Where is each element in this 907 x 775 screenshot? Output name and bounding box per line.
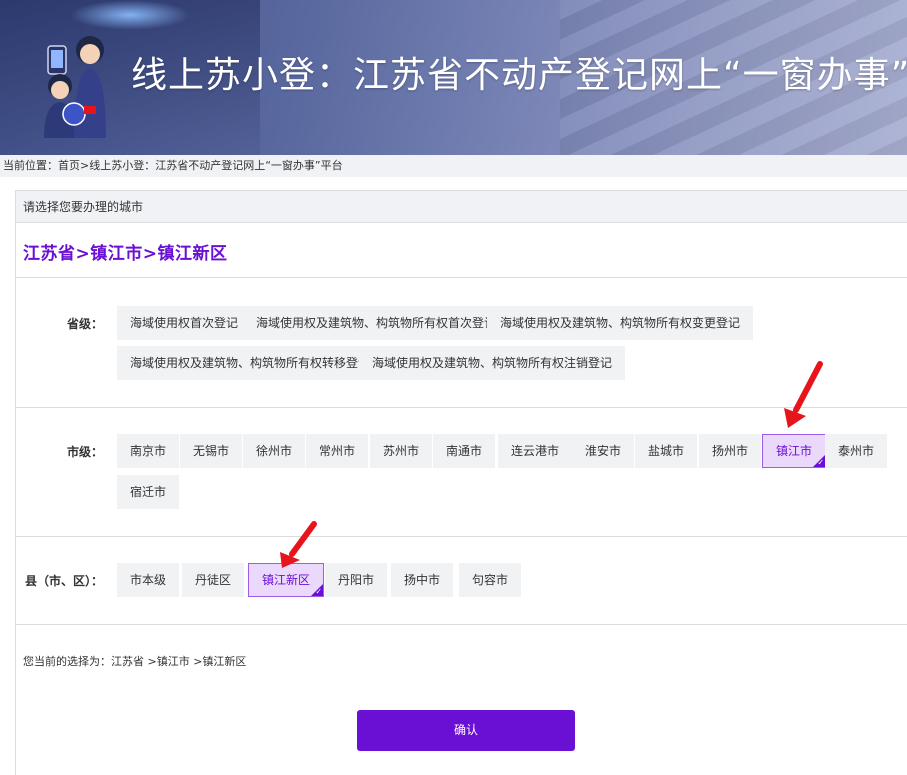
- province-option[interactable]: 海域使用权及建筑物、构筑物所有权注销登记: [359, 346, 626, 380]
- divider: [16, 407, 907, 408]
- city-option[interactable]: 苏州市: [370, 434, 433, 468]
- county-option[interactable]: 市本级: [117, 563, 180, 597]
- city-option-label: 镇江市: [776, 444, 813, 458]
- check-icon: ✓: [315, 587, 323, 596]
- province-label: 省级：: [66, 317, 103, 331]
- county-option[interactable]: 扬中市: [391, 563, 454, 597]
- panel-heading: 请选择您要办理的城市: [16, 191, 907, 223]
- city-option-selected[interactable]: 镇江市 ✓: [762, 434, 827, 468]
- city-option[interactable]: 泰州市: [825, 434, 888, 468]
- divider: [16, 536, 907, 537]
- city-option[interactable]: 淮安市: [572, 434, 635, 468]
- city-option[interactable]: 南京市: [117, 434, 180, 468]
- province-option[interactable]: 海域使用权及建筑物、构筑物所有权转移登记: [117, 346, 384, 380]
- city-option[interactable]: 无锡市: [180, 434, 243, 468]
- city-selection-panel: 请选择您要办理的城市 江苏省>镇江市>镇江新区 省级： 海域使用权首次登记 海域…: [15, 190, 907, 775]
- header-banner: 线上苏小登：江苏省不动产登记网上“一窗办事”平台: [0, 0, 907, 155]
- city-option[interactable]: 宿迁市: [117, 475, 180, 509]
- check-icon: ✓: [817, 458, 825, 467]
- red-arrow-icon: [280, 521, 317, 568]
- city-option[interactable]: 徐州市: [243, 434, 306, 468]
- city-option[interactable]: 连云港市: [498, 434, 573, 468]
- red-arrow-icon: [784, 361, 823, 428]
- county-option-label: 镇江新区: [262, 573, 311, 587]
- confirm-button[interactable]: 确认: [357, 710, 575, 751]
- breadcrumb: 当前位置：首页>线上苏小登：江苏省不动产登记网上“一窗办事”平台: [0, 155, 907, 177]
- current-selection-text: 您当前的选择为：江苏省 >镇江市 >镇江新区: [23, 655, 247, 668]
- selected-path: 江苏省>镇江市>镇江新区: [23, 244, 228, 264]
- city-option[interactable]: 南通市: [433, 434, 496, 468]
- county-label: 县（市、区）：: [25, 574, 104, 588]
- city-option[interactable]: 盐城市: [635, 434, 698, 468]
- county-option[interactable]: 丹阳市: [325, 563, 388, 597]
- province-option[interactable]: 海域使用权及建筑物、构筑物所有权首次登记: [243, 306, 510, 340]
- city-option[interactable]: 扬州市: [699, 434, 762, 468]
- county-option[interactable]: 句容市: [459, 563, 522, 597]
- divider: [16, 277, 907, 278]
- divider: [16, 624, 907, 625]
- page-title: 线上苏小登：江苏省不动产登记网上“一窗办事”平台: [131, 55, 907, 96]
- province-option[interactable]: 海域使用权首次登记: [117, 306, 252, 340]
- city-label: 市级：: [66, 445, 103, 459]
- county-option[interactable]: 丹徒区: [182, 563, 245, 597]
- city-option[interactable]: 常州市: [306, 434, 369, 468]
- province-option[interactable]: 海域使用权及建筑物、构筑物所有权变更登记: [487, 306, 754, 340]
- mascot-logo-icon: [44, 36, 106, 138]
